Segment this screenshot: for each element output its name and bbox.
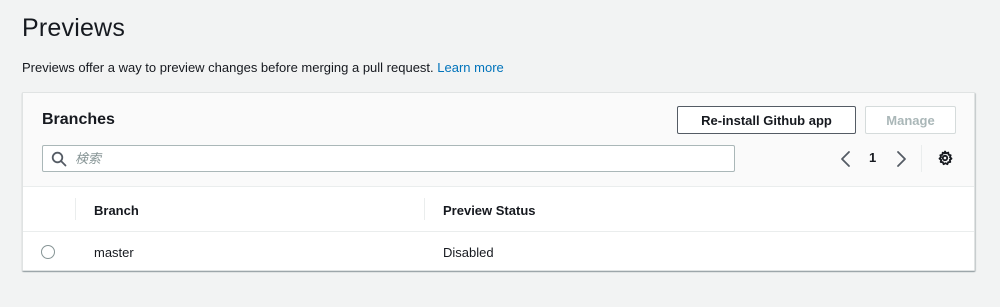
branch-name: master bbox=[94, 245, 134, 260]
page-description: Previews offer a way to preview changes … bbox=[22, 60, 504, 75]
column-separator bbox=[424, 198, 425, 220]
panel-title: Branches bbox=[42, 111, 115, 128]
pager-divider bbox=[921, 145, 922, 172]
page-title: Previews bbox=[22, 14, 126, 42]
panel-header: Branches Re-install Github app Manage 1 bbox=[23, 93, 974, 187]
column-header-preview-status[interactable]: Preview Status bbox=[443, 203, 536, 218]
search-icon bbox=[51, 151, 67, 167]
reinstall-github-app-button[interactable]: Re-install Github app bbox=[677, 106, 856, 134]
row-select-radio[interactable] bbox=[41, 245, 55, 259]
manage-button[interactable]: Manage bbox=[865, 106, 956, 134]
current-page-number[interactable]: 1 bbox=[869, 150, 876, 165]
branches-panel: Branches Re-install Github app Manage 1 bbox=[22, 92, 975, 271]
table-row[interactable]: master Disabled bbox=[23, 233, 974, 271]
gear-icon[interactable] bbox=[937, 150, 953, 166]
column-header-branch[interactable]: Branch bbox=[94, 203, 139, 218]
next-page-icon[interactable] bbox=[894, 150, 908, 168]
table-header: Branch Preview Status bbox=[23, 188, 974, 232]
previous-page-icon[interactable] bbox=[839, 150, 853, 168]
column-separator bbox=[75, 198, 76, 220]
preview-status: Disabled bbox=[443, 245, 494, 260]
page-description-text: Previews offer a way to preview changes … bbox=[22, 60, 434, 75]
search-input[interactable] bbox=[75, 149, 715, 168]
search-field[interactable] bbox=[42, 145, 735, 172]
learn-more-link[interactable]: Learn more bbox=[437, 60, 503, 75]
